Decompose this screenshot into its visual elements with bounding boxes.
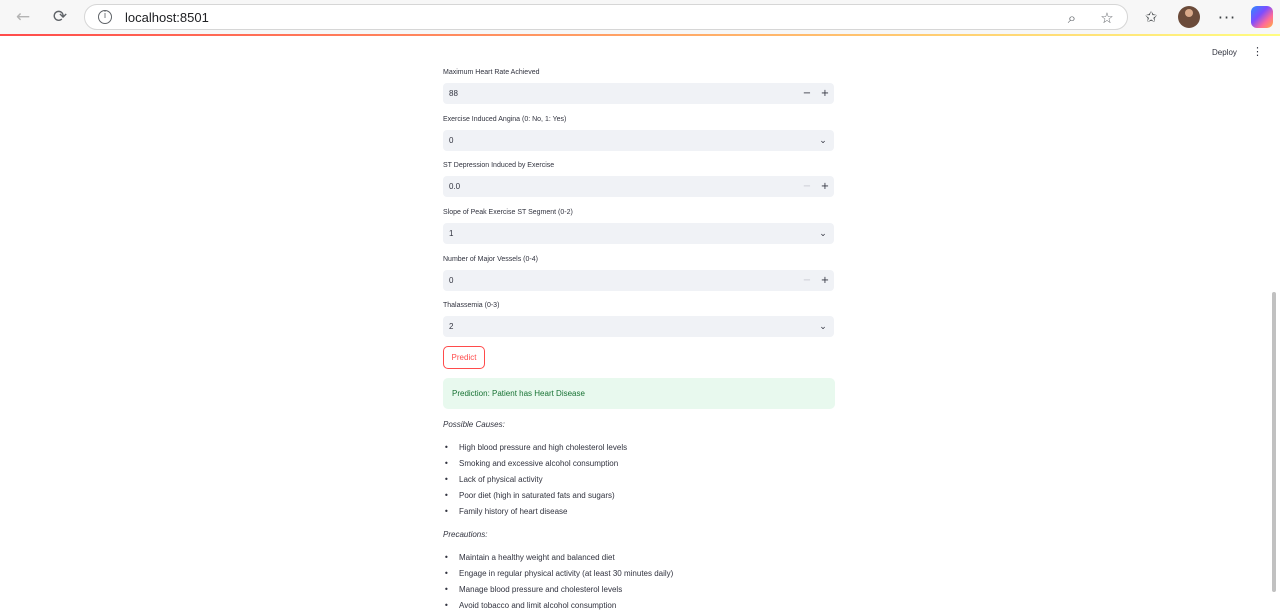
chevron-down-icon[interactable]: ⌄ [816,319,830,334]
decrement-icon[interactable]: − [800,273,814,288]
exang-value[interactable]: 0 [449,136,453,145]
address-bar[interactable]: i localhost:8501 ⌕ ☆ [84,4,1128,30]
ca-value[interactable]: 0 [449,276,453,285]
site-info-icon[interactable]: i [98,10,112,24]
causes-heading: Possible Causes: [443,420,505,429]
chevron-down-icon[interactable]: ⌄ [816,226,830,241]
max-hr-number-input[interactable]: 88 − + [443,83,834,104]
decrement-icon[interactable]: − [800,86,814,101]
exang-label: Exercise Induced Angina (0: No, 1: Yes) [443,116,567,123]
oldpeak-number-input[interactable]: 0.0 − + [443,176,834,197]
predict-button[interactable]: Predict [443,346,485,369]
favorites-icon[interactable]: ✩ [1140,6,1162,28]
scrollbar-thumb[interactable] [1272,292,1276,592]
ca-number-input[interactable]: 0 − + [443,270,834,291]
oldpeak-value[interactable]: 0.0 [449,182,460,191]
more-menu-icon[interactable]: ··· [1216,6,1238,28]
slope-label: Slope of Peak Exercise ST Segment (0-2) [443,209,573,216]
increment-icon[interactable]: + [818,86,832,101]
main-menu-icon[interactable]: ⋮ [1252,46,1263,57]
increment-icon[interactable]: + [818,179,832,194]
max-hr-value[interactable]: 88 [449,89,458,98]
url-text[interactable]: localhost:8501 [125,10,209,25]
increment-icon[interactable]: + [818,273,832,288]
prediction-text: Prediction: Patient has Heart Disease [452,389,585,398]
prediction-success-alert: Prediction: Patient has Heart Disease [443,378,835,409]
bookmark-star-icon[interactable]: ☆ [1097,8,1117,28]
thal-value[interactable]: 2 [449,322,453,331]
profile-avatar[interactable] [1178,6,1200,28]
streamlit-app: Deploy ⋮ Maximum Heart Rate Achieved 88 … [0,36,1280,616]
back-arrow-icon[interactable]: ← [11,5,35,29]
reload-icon[interactable]: ⟳ [48,5,72,29]
slope-value[interactable]: 1 [449,229,453,238]
ca-label: Number of Major Vessels (0-4) [443,256,538,263]
zoom-icon[interactable]: ⌕ [1062,8,1082,28]
thal-label: Thalassemia (0-3) [443,302,500,309]
oldpeak-label: ST Depression Induced by Exercise [443,162,555,169]
decrement-icon[interactable]: − [800,179,814,194]
exang-select[interactable]: 0 ⌄ [443,130,834,151]
precautions-heading: Precautions: [443,530,488,539]
copilot-icon[interactable] [1251,6,1273,28]
slope-select[interactable]: 1 ⌄ [443,223,834,244]
max-hr-label: Maximum Heart Rate Achieved [443,69,540,76]
deploy-button[interactable]: Deploy [1212,48,1237,57]
chevron-down-icon[interactable]: ⌄ [816,133,830,148]
thal-select[interactable]: 2 ⌄ [443,316,834,337]
browser-toolbar: ← ⟳ i localhost:8501 ⌕ ☆ ✩ ··· [0,0,1280,34]
